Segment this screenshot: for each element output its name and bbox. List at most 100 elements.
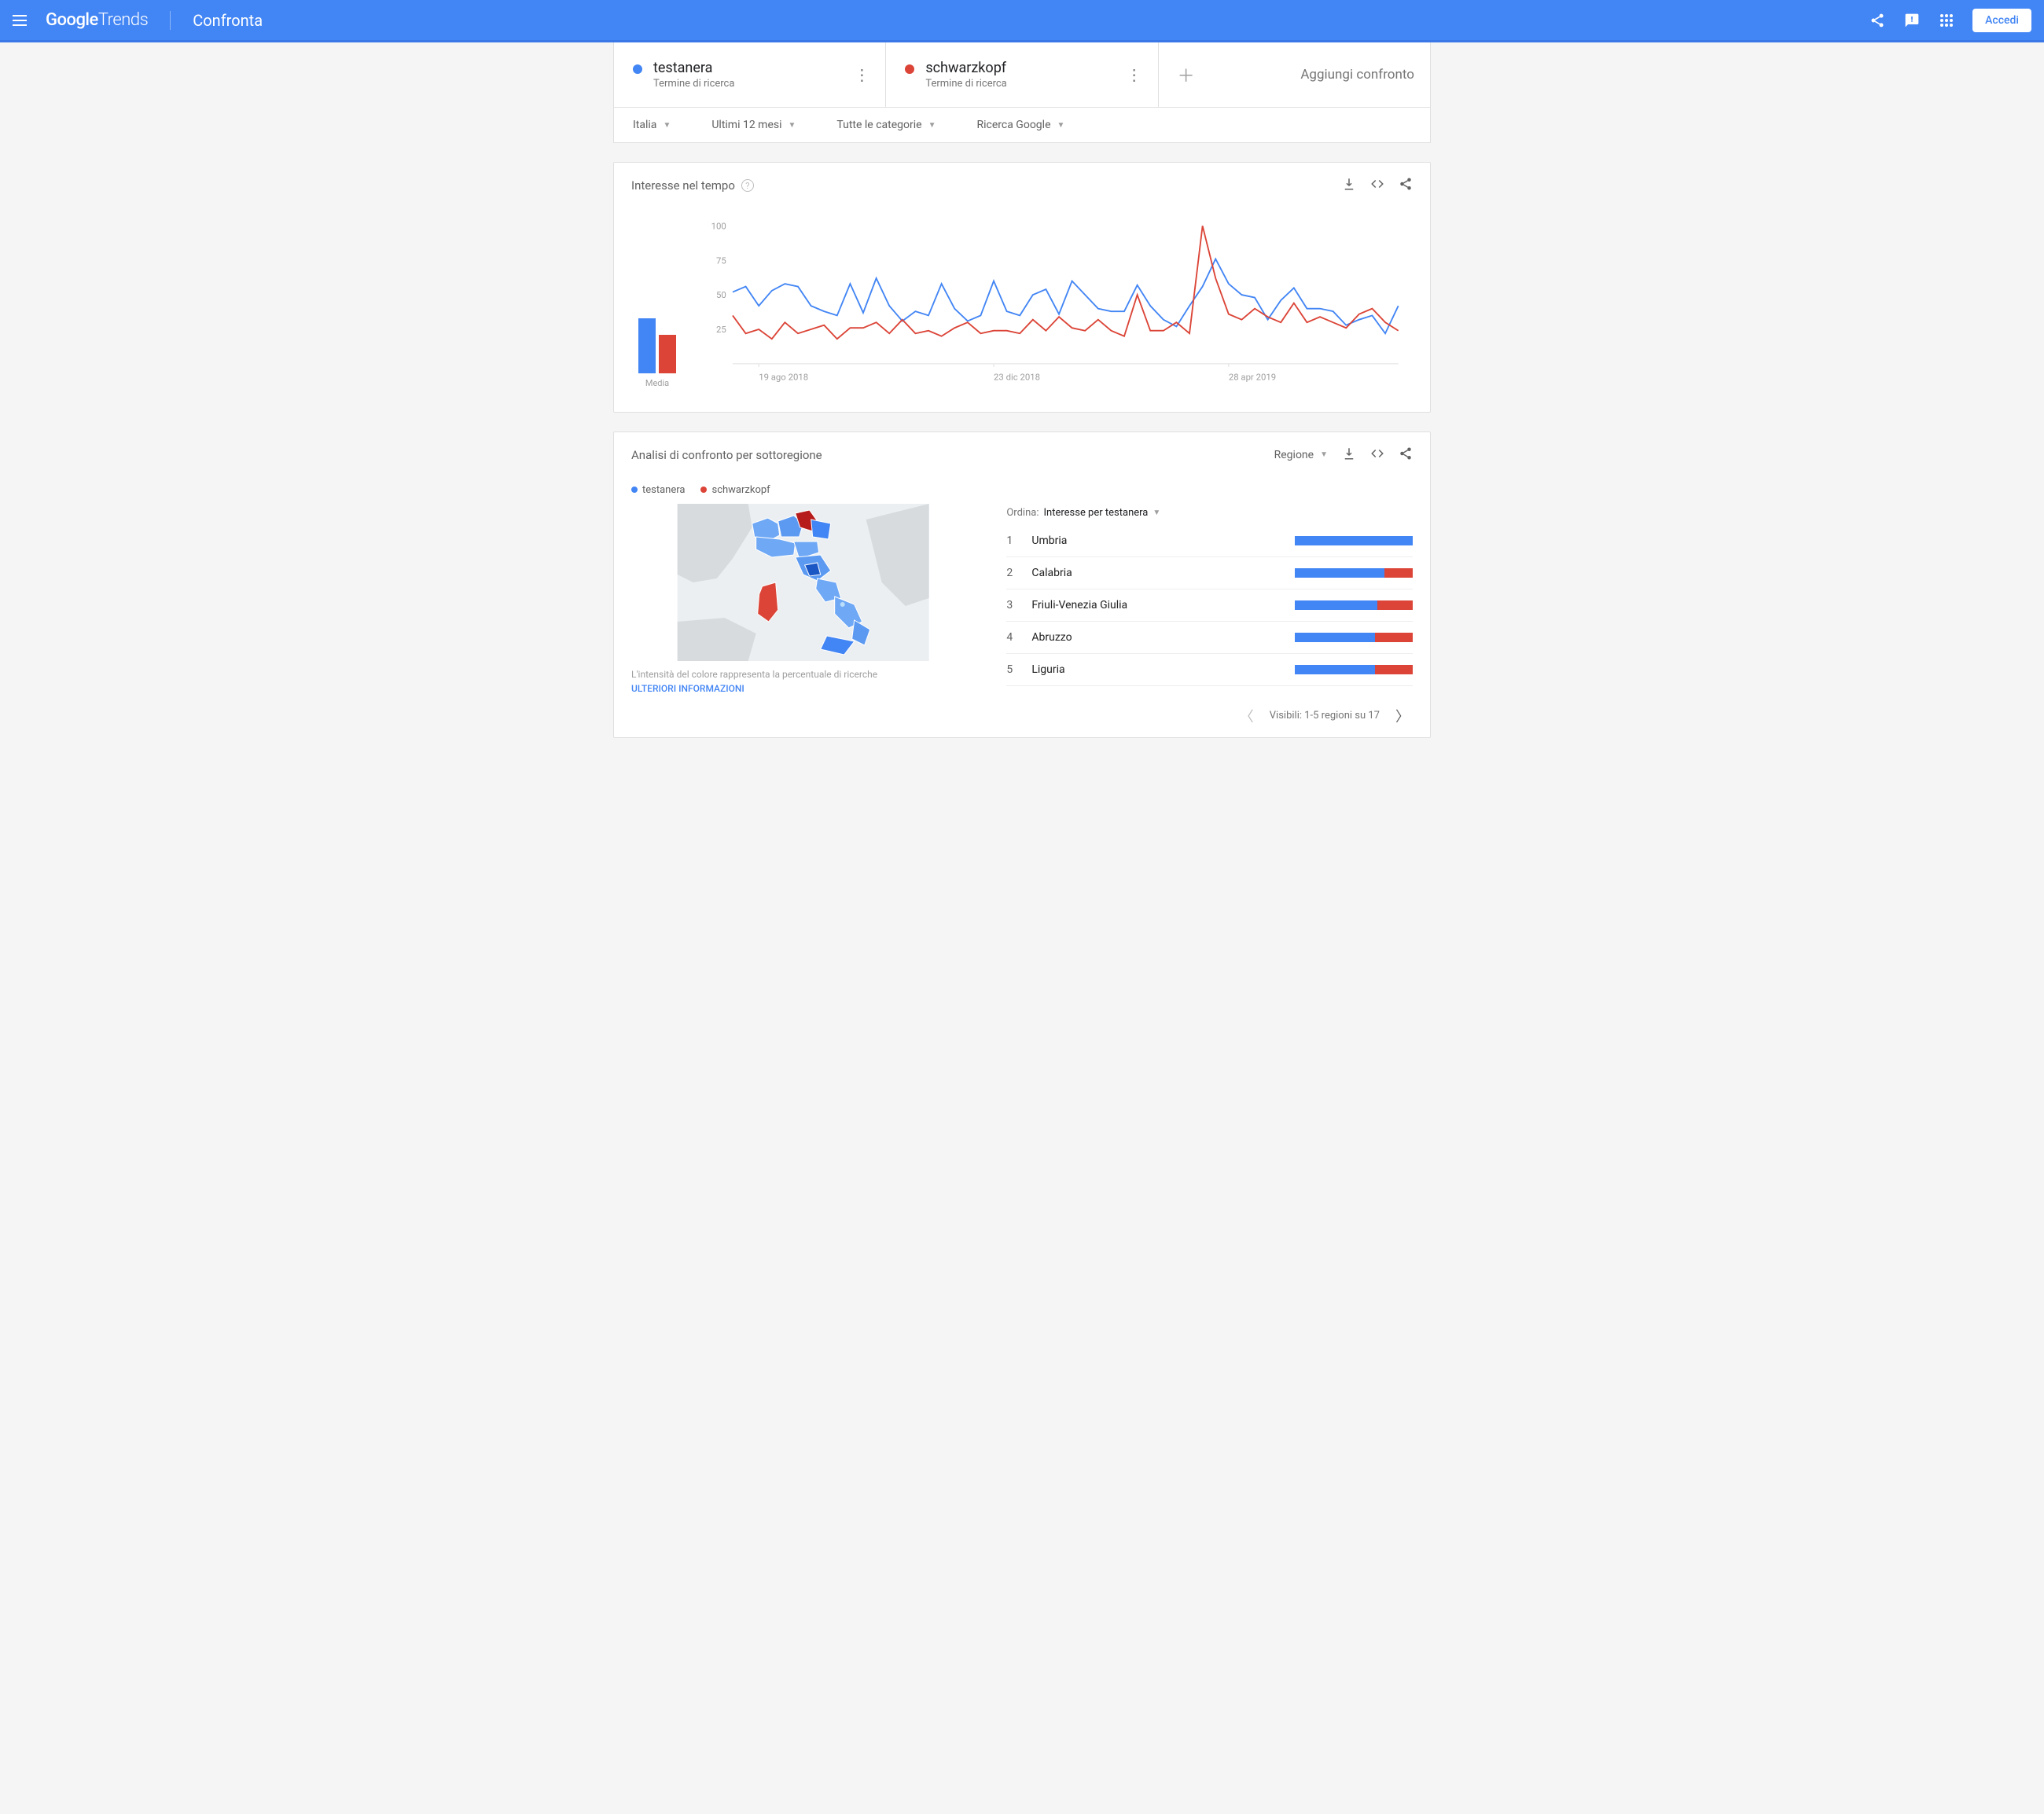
sort-value: Interesse per testanera [1043, 507, 1148, 519]
term-dot [633, 64, 642, 74]
region-name: Friuli-Venezia Giulia [1031, 599, 1282, 611]
legend: testanera schwarzkopf [631, 479, 1413, 504]
filter-time[interactable]: Ultimi 12 mesi ▼ [711, 119, 796, 131]
menu-icon[interactable] [13, 15, 31, 26]
card-title-text: Interesse nel tempo [631, 178, 735, 193]
compare-term-2[interactable]: schwarzkopf Termine di ricerca ⋮ [886, 42, 1158, 107]
add-compare-label: Aggiungi confronto [1300, 67, 1414, 83]
card-actions [1342, 177, 1413, 194]
term-sub: Termine di ricerca [925, 78, 1006, 90]
caret-icon: ▼ [663, 121, 671, 130]
sort-row[interactable]: Ordina: Interesse per testanera ▼ [1006, 504, 1413, 525]
add-compare[interactable]: ＋ Aggiungi confronto [1159, 42, 1430, 107]
region-bar [1295, 600, 1413, 610]
filter-category[interactable]: Tutte le categorie ▼ [836, 119, 936, 131]
logo-bold: Google [46, 10, 98, 30]
svg-text:19 ago 2018: 19 ago 2018 [759, 372, 808, 383]
card-title: Interesse nel tempo ? [631, 178, 754, 193]
svg-text:23 dic 2018: 23 dic 2018 [994, 372, 1040, 383]
italy-map[interactable] [631, 504, 975, 661]
caret-icon: ▼ [1153, 509, 1160, 517]
region-bar [1295, 568, 1413, 578]
term-name: schwarzkopf [925, 60, 1006, 76]
legend-dot [631, 487, 638, 493]
divider [170, 11, 171, 30]
legend-label: schwarzkopf [711, 484, 770, 496]
map-link[interactable]: ULTERIORI INFORMAZIONI [631, 683, 744, 694]
pager-text: Visibili: 1-5 regioni su 17 [1270, 710, 1380, 722]
avg-column: Media [630, 318, 685, 388]
region-name: Liguria [1031, 663, 1282, 676]
feedback-icon[interactable] [1903, 12, 1921, 29]
header-left: GoogleTrends Confronta [13, 10, 263, 30]
filters-bar: Italia ▼ Ultimi 12 mesi ▼ Tutte le categor… [613, 108, 1431, 143]
avg-bar [659, 335, 676, 373]
app-header: GoogleTrends Confronta Accedi [0, 0, 2044, 42]
share-icon[interactable] [1399, 446, 1413, 464]
caret-icon: ▼ [789, 121, 796, 130]
svg-text:50: 50 [716, 289, 726, 300]
selector-label: Regione [1274, 449, 1314, 461]
svg-text:75: 75 [716, 255, 726, 266]
region-selector[interactable]: Regione ▼ [1274, 449, 1328, 461]
region-rank: 5 [1006, 663, 1019, 676]
filter-search[interactable]: Ricerca Google ▼ [976, 119, 1064, 131]
download-icon[interactable] [1342, 177, 1356, 194]
interest-card: Interesse nel tempo ? Media 25 50 75 100 19 … [613, 162, 1431, 413]
compare-term-1[interactable]: testanera Termine di ricerca ⋮ [614, 42, 886, 107]
term-dot [905, 64, 914, 74]
region-row[interactable]: 2Calabria [1006, 557, 1413, 589]
pager: 〈 Visibili: 1-5 regioni su 17 〉 [614, 695, 1430, 737]
next-icon[interactable]: 〉 [1392, 706, 1413, 726]
region-row[interactable]: 1 Umbria [1006, 525, 1413, 557]
filter-label: Italia [633, 119, 656, 131]
region-bar [1295, 665, 1413, 674]
line-chart: 25 50 75 100 19 ago 2018 23 dic 2018 28 apr 20… [708, 218, 1406, 388]
caret-icon: ▼ [1320, 450, 1328, 459]
filter-label: Ultimi 12 mesi [711, 119, 781, 131]
compare-row: testanera Termine di ricerca ⋮ schwarzko… [613, 42, 1431, 108]
region-rank: 2 [1006, 567, 1019, 579]
term-name: testanera [653, 60, 734, 76]
page-title: Confronta [193, 11, 263, 30]
region-row[interactable]: 5 Liguria [1006, 654, 1413, 686]
logo-thin: Trends [98, 10, 148, 30]
caret-icon: ▼ [1057, 121, 1065, 130]
help-icon[interactable]: ? [741, 179, 754, 192]
region-name: Umbria [1031, 534, 1282, 547]
avg-bar [638, 318, 656, 373]
caret-icon: ▼ [928, 121, 936, 130]
region-list: Ordina: Interesse per testanera ▼ 1 Umbri… [1006, 504, 1413, 695]
sort-label: Ordina: [1006, 507, 1039, 519]
filter-label: Ricerca Google [976, 119, 1050, 131]
avg-label: Media [630, 378, 685, 388]
region-bar [1295, 536, 1413, 545]
download-icon[interactable] [1342, 446, 1356, 464]
more-icon[interactable]: ⋮ [1127, 67, 1142, 83]
prev-icon[interactable]: 〈 [1237, 706, 1257, 726]
svg-text:25: 25 [716, 324, 726, 335]
embed-icon[interactable] [1370, 177, 1384, 194]
more-icon[interactable]: ⋮ [854, 67, 869, 83]
region-rank: 1 [1006, 534, 1019, 547]
apps-icon[interactable] [1938, 12, 1955, 29]
filter-geo[interactable]: Italia ▼ [633, 119, 671, 131]
filter-label: Tutte le categorie [836, 119, 921, 131]
header-right: Accedi [1869, 9, 2031, 32]
region-row[interactable]: 4Abruzzo [1006, 622, 1413, 654]
svg-text:28 apr 2019: 28 apr 2019 [1229, 372, 1276, 383]
logo[interactable]: GoogleTrends [46, 10, 148, 30]
region-card: Analisi di confronto per sottoregione Re… [613, 431, 1431, 738]
svg-text:100: 100 [711, 220, 726, 231]
signin-button[interactable]: Accedi [1972, 9, 2031, 32]
share-icon[interactable] [1399, 177, 1413, 194]
share-icon[interactable] [1869, 12, 1886, 29]
plus-icon: ＋ [1178, 62, 1195, 87]
legend-label: testanera [642, 484, 685, 496]
map-caption: L'intensità del colore rappresenta la pe… [631, 669, 975, 680]
region-rank: 4 [1006, 631, 1019, 644]
region-row[interactable]: 3Friuli-Venezia Giulia [1006, 589, 1413, 622]
term-sub: Termine di ricerca [653, 78, 734, 90]
card-title: Analisi di confronto per sottoregione [631, 448, 822, 462]
embed-icon[interactable] [1370, 446, 1384, 464]
